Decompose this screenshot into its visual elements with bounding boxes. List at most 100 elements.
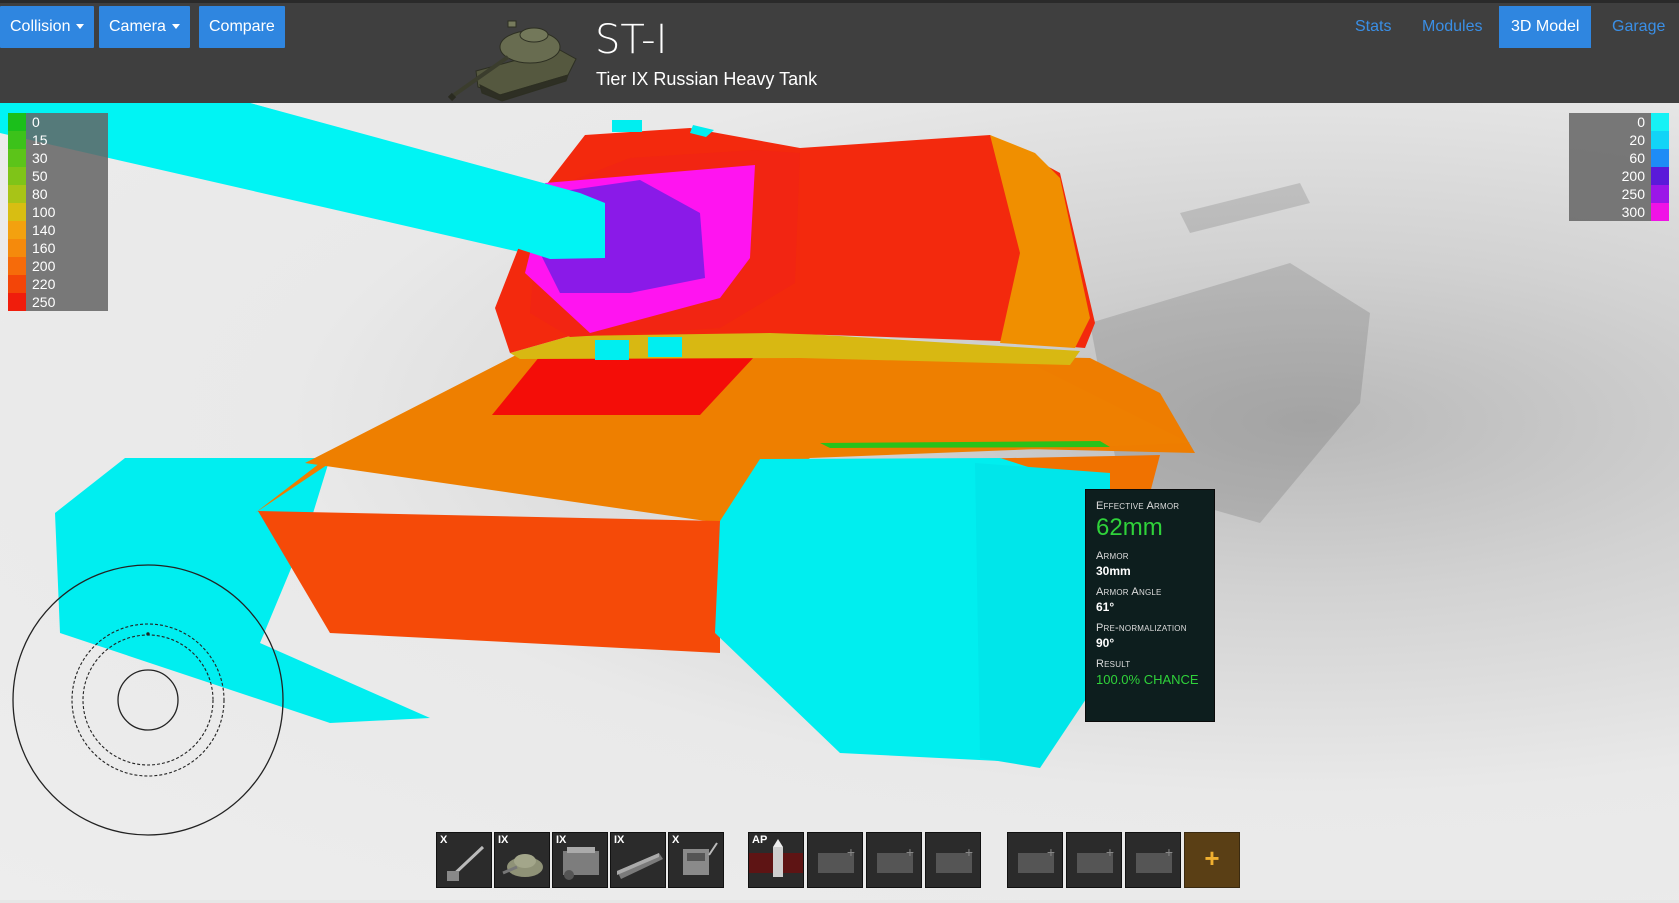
nav-modules-label: Modules: [1422, 18, 1483, 35]
add-shell-plus-icon: +: [846, 844, 855, 860]
add-slot-button[interactable]: +: [1184, 832, 1240, 888]
add-shell-plus-icon: +: [964, 844, 973, 860]
nav-garage-label: Garage: [1612, 18, 1666, 35]
equipment-slot-empty[interactable]: +: [1007, 832, 1063, 888]
module-slot-gun[interactable]: X: [436, 832, 492, 888]
legend-label: 60: [1629, 150, 1645, 166]
legend-row: 0: [1569, 113, 1669, 131]
turret-ring-block-right: [648, 337, 682, 357]
legend-label: 140: [32, 222, 56, 238]
collision-dropdown-button[interactable]: Collision: [0, 6, 95, 48]
effective-armor-label: Effective Armor: [1096, 500, 1180, 512]
nav-3d-model[interactable]: 3D Model: [1499, 6, 1592, 48]
legend-row: 300: [1569, 203, 1669, 221]
legend-label: 250: [1621, 186, 1645, 202]
module-tier: IX: [556, 834, 567, 846]
equipment-slot-empty[interactable]: +: [1125, 832, 1181, 888]
nav-stats[interactable]: Stats: [1343, 6, 1403, 48]
ammo-slot-empty[interactable]: +: [807, 832, 863, 888]
legend-swatch: [1651, 113, 1669, 131]
armor-tooltip: Effective Armor 62mm Armor 30mm Armor An…: [1085, 489, 1215, 722]
legend-label: 100: [32, 204, 56, 220]
armor-label: Armor: [1096, 550, 1129, 562]
legend-row: 160: [8, 239, 108, 257]
legend-row: 30: [8, 149, 108, 167]
nav-3d-model-label: 3D Model: [1511, 18, 1580, 35]
legend-label: 20: [1629, 132, 1645, 148]
legend-swatch: [8, 167, 26, 185]
module-slot-engine[interactable]: IX: [552, 832, 608, 888]
legend-label: 50: [32, 168, 48, 184]
legend-swatch: [8, 149, 26, 167]
legend-label: 300: [1621, 204, 1645, 220]
legend-label: 220: [32, 276, 56, 292]
legend-label: 30: [32, 150, 48, 166]
legend-label: 80: [32, 186, 48, 202]
legend-label: 0: [1637, 114, 1645, 130]
legend-swatch: [8, 113, 26, 131]
prenormalization-label: Pre-normalization: [1096, 622, 1187, 634]
legend-row: 200: [8, 257, 108, 275]
module-slot-radio[interactable]: X: [668, 832, 724, 888]
legend-label: 200: [32, 258, 56, 274]
legend-swatch: [8, 257, 26, 275]
legend-row: 20: [1569, 131, 1669, 149]
legend-row: 100: [8, 203, 108, 221]
armor-angle-value: 61°: [1096, 600, 1115, 614]
ammo-slot-ap[interactable]: AP: [748, 832, 804, 888]
legend-row: 250: [8, 293, 108, 311]
nav-garage[interactable]: Garage: [1600, 6, 1677, 48]
legend-label: 160: [32, 240, 56, 256]
ammo-slot-empty[interactable]: +: [866, 832, 922, 888]
legend-armor-thickness: 0 15 30 50 80 100 140 160 200 220 250: [8, 113, 108, 311]
empty-shell-slot-icon: [936, 853, 972, 873]
armor-value: 30mm: [1096, 564, 1131, 578]
3d-model-viewport[interactable]: 0 15 30 50 80 100 140 160 200 220 250 0 …: [0, 103, 1679, 900]
legend-row: 220: [8, 275, 108, 293]
legend-swatch: [1651, 185, 1669, 203]
legend-row: 250: [1569, 185, 1669, 203]
module-tier: X: [672, 834, 680, 846]
armor-model-scene[interactable]: [0, 103, 1679, 900]
top-bar: Collision Camera Compare ST-I Tier IX Ru…: [0, 0, 1679, 103]
add-shell-plus-icon: +: [905, 844, 914, 860]
legend-row: 0: [8, 113, 108, 131]
camera-label: Camera: [109, 18, 166, 35]
tank-name: ST-I: [595, 17, 668, 63]
legend-row: 60: [1569, 149, 1669, 167]
empty-equipment-slot-icon: [1018, 853, 1054, 873]
camera-dot: [146, 632, 150, 636]
legend-row: 15: [8, 131, 108, 149]
ammo-type-label: AP: [752, 834, 768, 846]
collision-label: Collision: [10, 18, 71, 35]
legend-swatch: [8, 203, 26, 221]
tank-subtitle: Tier IX Russian Heavy Tank: [596, 69, 818, 89]
legend-swatch: [8, 275, 26, 293]
legend-swatch: [1651, 167, 1669, 185]
equipment-slot-empty[interactable]: +: [1066, 832, 1122, 888]
legend-swatch: [8, 293, 26, 311]
camera-inner-ring[interactable]: [117, 669, 179, 731]
nav-stats-label: Stats: [1355, 18, 1392, 35]
module-tier: IX: [498, 834, 509, 846]
compare-button[interactable]: Compare: [199, 6, 285, 48]
legend-label: 15: [32, 132, 48, 148]
armor-angle-label: Armor Angle: [1096, 586, 1162, 598]
nav-modules[interactable]: Modules: [1410, 6, 1494, 48]
legend-label: 0: [32, 114, 40, 130]
empty-shell-slot-icon: [877, 853, 913, 873]
camera-dropdown-button[interactable]: Camera: [99, 6, 190, 48]
legend-swatch: [1651, 149, 1669, 167]
caret-down-icon: [76, 24, 85, 30]
module-slot-tracks[interactable]: IX: [610, 832, 666, 888]
legend-row: 140: [8, 221, 108, 239]
hull-front-lower[interactable]: [258, 511, 720, 653]
ammo-slot-empty[interactable]: +: [925, 832, 981, 888]
prenormalization-value: 90°: [1096, 636, 1115, 650]
legend-swatch: [1651, 131, 1669, 149]
empty-equipment-slot-icon: [1136, 853, 1172, 873]
legend-swatch: [8, 239, 26, 257]
plus-icon: +: [1204, 843, 1220, 873]
module-slot-turret[interactable]: IX: [494, 832, 550, 888]
legend-spaced-armor: 0 20 60 200 250 300: [1569, 113, 1669, 221]
